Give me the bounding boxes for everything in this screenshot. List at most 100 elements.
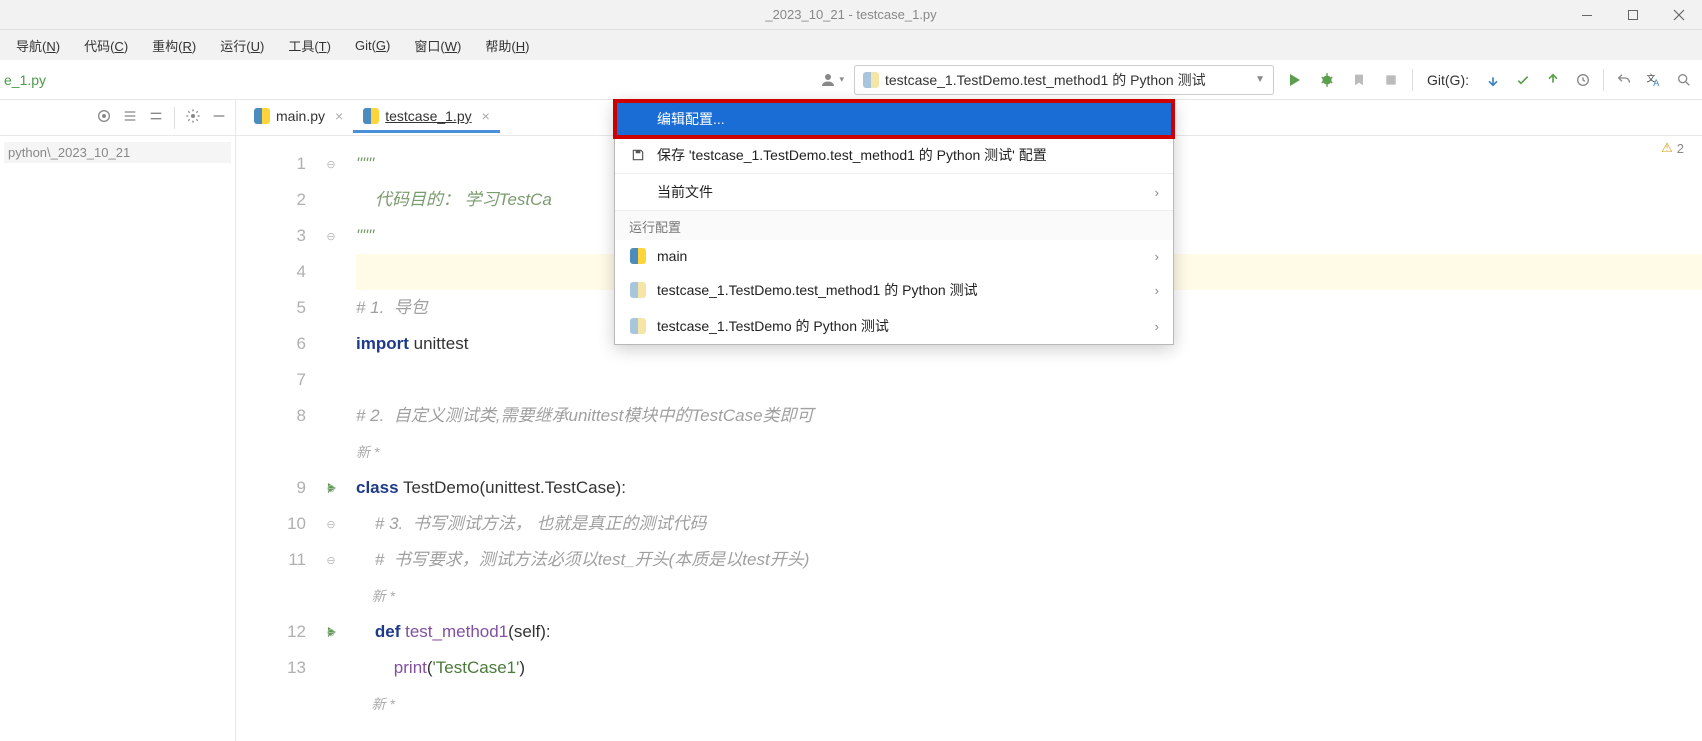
code-line[interactable] bbox=[356, 362, 1702, 398]
dd-section-header: 运行配置 bbox=[615, 210, 1173, 240]
run-button[interactable] bbox=[1284, 69, 1306, 91]
chevron-right-icon: › bbox=[1155, 283, 1159, 298]
menu-窗口[interactable]: 窗口(W) bbox=[404, 32, 471, 59]
chevron-right-icon: › bbox=[1155, 319, 1159, 334]
fold-marker[interactable] bbox=[316, 362, 346, 398]
translate-icon[interactable]: 文A bbox=[1644, 70, 1664, 90]
tab-label: testcase_1.py bbox=[385, 108, 471, 124]
edit-configurations-item[interactable]: 编辑配置... bbox=[615, 101, 1173, 137]
save-configuration-item[interactable]: 保存 'testcase_1.TestDemo.test_method1 的 P… bbox=[615, 137, 1173, 173]
line-number bbox=[236, 578, 306, 614]
close-tab-icon[interactable]: × bbox=[335, 108, 343, 124]
window-titlebar: _2023_10_21 - testcase_1.py bbox=[0, 0, 1702, 30]
fold-marker[interactable] bbox=[316, 254, 346, 290]
rollback-icon[interactable] bbox=[1614, 70, 1634, 90]
git-commit-icon[interactable] bbox=[1513, 70, 1533, 90]
close-tab-icon[interactable]: × bbox=[482, 108, 490, 124]
fold-marker[interactable] bbox=[316, 434, 346, 470]
menu-导航[interactable]: 导航(N) bbox=[6, 32, 70, 59]
line-number: 2 bbox=[236, 182, 306, 218]
fold-marker[interactable] bbox=[316, 290, 346, 326]
run-config-item[interactable]: testcase_1.TestDemo.test_method1 的 Pytho… bbox=[615, 272, 1173, 308]
warning-count: 2 bbox=[1677, 141, 1684, 156]
menu-代码[interactable]: 代码(C) bbox=[74, 32, 138, 59]
git-label: Git(G): bbox=[1427, 72, 1469, 88]
run-with-coverage-button[interactable] bbox=[1348, 69, 1370, 91]
fold-marker[interactable]: ⊖ bbox=[316, 146, 346, 182]
current-file-item[interactable]: 当前文件 › bbox=[615, 173, 1173, 210]
main-toolbar: e_1.py ▾ testcase_1.TestDemo.test_method… bbox=[0, 60, 1702, 100]
git-update-icon[interactable] bbox=[1483, 70, 1503, 90]
code-line[interactable]: # 3. 书写测试方法， 也就是真正的测试代码 bbox=[356, 506, 1702, 542]
collapse-all-icon[interactable] bbox=[148, 108, 164, 127]
python-icon bbox=[629, 282, 647, 298]
close-button[interactable] bbox=[1656, 0, 1702, 30]
debug-button[interactable] bbox=[1316, 69, 1338, 91]
toolbar-separator bbox=[1603, 69, 1604, 91]
dd-item-label: 编辑配置... bbox=[657, 109, 1159, 129]
fold-marker[interactable]: ⊖ bbox=[316, 542, 346, 578]
dd-item-label: testcase_1.TestDemo 的 Python 测试 bbox=[657, 316, 1145, 336]
menu-工具[interactable]: 工具(T) bbox=[278, 32, 341, 59]
line-number: 7 bbox=[236, 362, 306, 398]
code-line[interactable]: # 书写要求，测试方法必须以test_开头(本质是以test开头) bbox=[356, 542, 1702, 578]
inspection-warnings-badge[interactable]: ⚠ 2 bbox=[1661, 140, 1684, 156]
dd-item-label: 保存 'testcase_1.TestDemo.test_method1 的 P… bbox=[657, 145, 1159, 165]
menu-Git[interactable]: Git(G) bbox=[345, 34, 400, 57]
fold-marker[interactable] bbox=[316, 578, 346, 614]
run-configuration-selector[interactable]: testcase_1.TestDemo.test_method1 的 Pytho… bbox=[854, 65, 1274, 95]
run-config-item[interactable]: testcase_1.TestDemo 的 Python 测试 › bbox=[615, 308, 1173, 344]
line-number: 3 bbox=[236, 218, 306, 254]
code-line[interactable]: class TestDemo(unittest.TestCase): bbox=[356, 470, 1702, 506]
code-line[interactable]: 新 * bbox=[356, 578, 1702, 614]
select-opened-file-icon[interactable] bbox=[96, 108, 112, 127]
code-line[interactable]: print('TestCase1') bbox=[356, 650, 1702, 686]
fold-marker[interactable]: ⊖ bbox=[316, 506, 346, 542]
stop-button[interactable] bbox=[1380, 69, 1402, 91]
editor-tab-testcase_1.py[interactable]: testcase_1.py × bbox=[353, 102, 500, 133]
run-config-item[interactable]: main› bbox=[615, 240, 1173, 272]
git-history-icon[interactable] bbox=[1573, 70, 1593, 90]
window-controls bbox=[1564, 0, 1702, 30]
code-line[interactable]: 新 * bbox=[356, 686, 1702, 722]
user-icon[interactable]: ▾ bbox=[819, 71, 844, 89]
minimize-button[interactable] bbox=[1564, 0, 1610, 30]
fold-marker[interactable] bbox=[316, 650, 346, 686]
line-number: 8 bbox=[236, 398, 306, 434]
project-tree[interactable]: python\_2023_10_21 bbox=[0, 136, 235, 169]
save-icon bbox=[629, 148, 647, 162]
editor-tab-main.py[interactable]: main.py× bbox=[244, 102, 353, 133]
fold-marker[interactable]: ⊖ bbox=[316, 470, 346, 506]
svg-text:A: A bbox=[1653, 78, 1659, 88]
warning-icon: ⚠ bbox=[1661, 140, 1673, 156]
code-line[interactable]: def test_method1(self): bbox=[356, 614, 1702, 650]
breadcrumb-current-file[interactable]: e_1.py bbox=[0, 72, 46, 88]
line-number: 12 bbox=[236, 614, 306, 650]
line-number: 9 bbox=[236, 470, 306, 506]
line-number: 4 bbox=[236, 254, 306, 290]
line-number: 11 bbox=[236, 542, 306, 578]
line-number bbox=[236, 686, 306, 722]
menu-帮助[interactable]: 帮助(H) bbox=[475, 32, 539, 59]
chevron-right-icon: › bbox=[1155, 185, 1159, 200]
maximize-button[interactable] bbox=[1610, 0, 1656, 30]
fold-marker[interactable] bbox=[316, 182, 346, 218]
fold-marker[interactable] bbox=[316, 686, 346, 722]
menu-运行[interactable]: 运行(U) bbox=[210, 32, 274, 59]
code-line[interactable]: 新 * bbox=[356, 434, 1702, 470]
project-tree-path[interactable]: python\_2023_10_21 bbox=[4, 142, 231, 163]
expand-all-icon[interactable] bbox=[122, 108, 138, 127]
hide-panel-icon[interactable] bbox=[211, 108, 227, 127]
python-icon bbox=[254, 108, 270, 124]
fold-marker[interactable]: ⊖ bbox=[316, 218, 346, 254]
fold-marker[interactable] bbox=[316, 398, 346, 434]
settings-gear-icon[interactable] bbox=[185, 108, 201, 127]
menu-重构[interactable]: 重构(R) bbox=[142, 32, 206, 59]
code-line[interactable]: # 2. 自定义测试类,需要继承unittest模块中的TestCase类即可 bbox=[356, 398, 1702, 434]
fold-marker[interactable]: ⊖ bbox=[316, 614, 346, 650]
fold-marker[interactable] bbox=[316, 326, 346, 362]
python-icon bbox=[363, 108, 379, 124]
git-push-icon[interactable] bbox=[1543, 70, 1563, 90]
project-tool-window: python\_2023_10_21 bbox=[0, 100, 236, 741]
search-icon[interactable] bbox=[1674, 70, 1694, 90]
